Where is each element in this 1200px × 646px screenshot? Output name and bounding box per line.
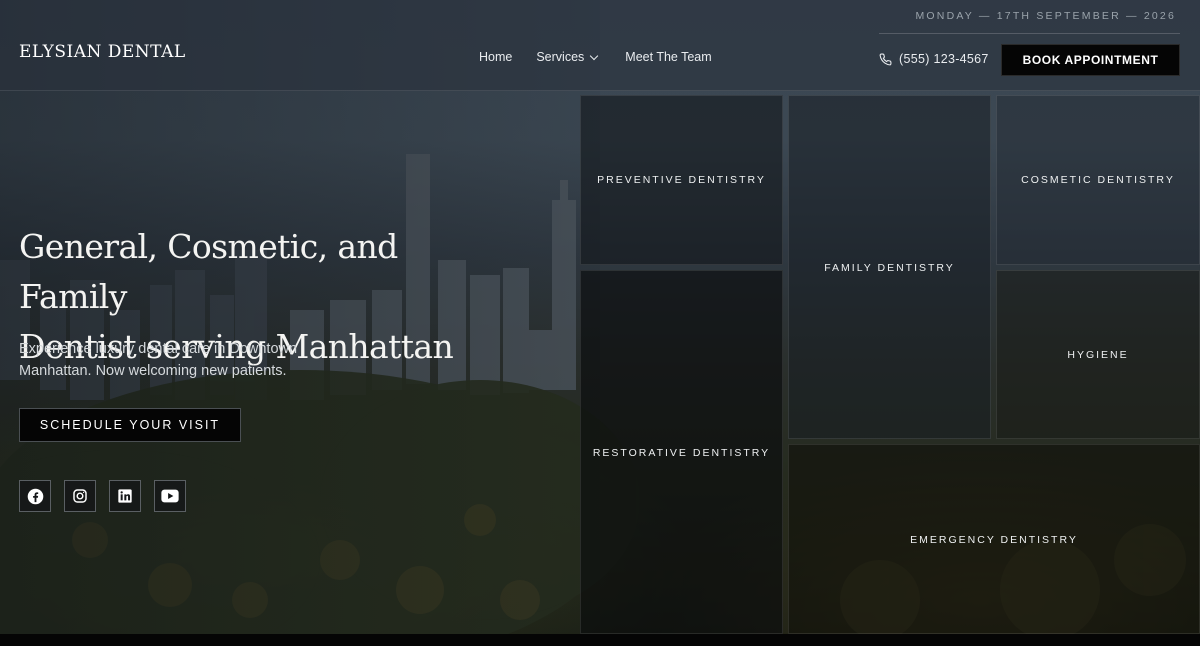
hero-subtext: Experience luxury dental care in Downtow…	[19, 338, 349, 382]
schedule-visit-button[interactable]: SCHEDULE YOUR VISIT	[19, 408, 241, 442]
facebook-link[interactable]	[19, 480, 51, 512]
service-label-emergency: EMERGENCY DENTISTRY	[910, 534, 1078, 546]
service-label-hygiene: HYGIENE	[1067, 349, 1129, 361]
book-appointment-button[interactable]: BOOK APPOINTMENT	[1001, 44, 1180, 76]
nav-services-label: Services	[536, 50, 585, 64]
date-divider	[879, 33, 1180, 34]
service-label-family: FAMILY DENTISTRY	[824, 262, 955, 274]
youtube-link[interactable]	[154, 480, 186, 512]
facebook-icon	[27, 488, 43, 504]
service-label-preventive: PREVENTIVE DENTISTRY	[597, 174, 766, 186]
service-label-cosmetic: COSMETIC DENTISTRY	[1021, 174, 1175, 186]
bottom-edge-bar	[0, 634, 1200, 646]
chevron-down-icon	[590, 51, 599, 61]
linkedin-link[interactable]	[109, 480, 141, 512]
service-tile-restorative[interactable]: RESTORATIVE DENTISTRY	[580, 270, 783, 634]
service-tile-cosmetic[interactable]: COSMETIC DENTISTRY	[996, 95, 1200, 265]
service-label-restorative: RESTORATIVE DENTISTRY	[592, 447, 771, 459]
linkedin-icon	[118, 489, 132, 503]
headline-line-1: General, Cosmetic, and Family	[19, 227, 398, 316]
main-nav: Home Services Meet The Team	[479, 50, 712, 64]
instagram-icon	[73, 489, 87, 503]
site-logo[interactable]: ELYSIAN DENTAL	[19, 42, 186, 62]
site-header: ELYSIAN DENTAL MONDAY — 17TH SEPTEMBER —…	[0, 0, 1200, 91]
service-tile-family[interactable]: FAMILY DENTISTRY	[788, 95, 991, 439]
social-links	[19, 480, 186, 512]
nav-team-link[interactable]: Meet The Team	[625, 50, 711, 64]
phone-icon	[879, 53, 892, 65]
service-tile-hygiene[interactable]: HYGIENE	[996, 270, 1200, 439]
subtext-line-2: Manhattan. Now welcoming new patients.	[19, 363, 287, 379]
phone-number: (555) 123-4567	[899, 52, 989, 66]
service-tile-preventive[interactable]: PREVENTIVE DENTISTRY	[580, 95, 783, 265]
instagram-link[interactable]	[64, 480, 96, 512]
phone-link[interactable]: (555) 123-4567	[879, 52, 989, 66]
current-date: MONDAY — 17TH SEPTEMBER — 2026	[915, 10, 1176, 22]
subtext-line-1: Experience luxury dental care in Downtow…	[19, 341, 298, 357]
nav-services-link[interactable]: Services	[536, 50, 599, 64]
service-tile-emergency[interactable]: EMERGENCY DENTISTRY	[788, 444, 1200, 634]
youtube-icon	[161, 489, 179, 503]
nav-home-link[interactable]: Home	[479, 50, 512, 64]
